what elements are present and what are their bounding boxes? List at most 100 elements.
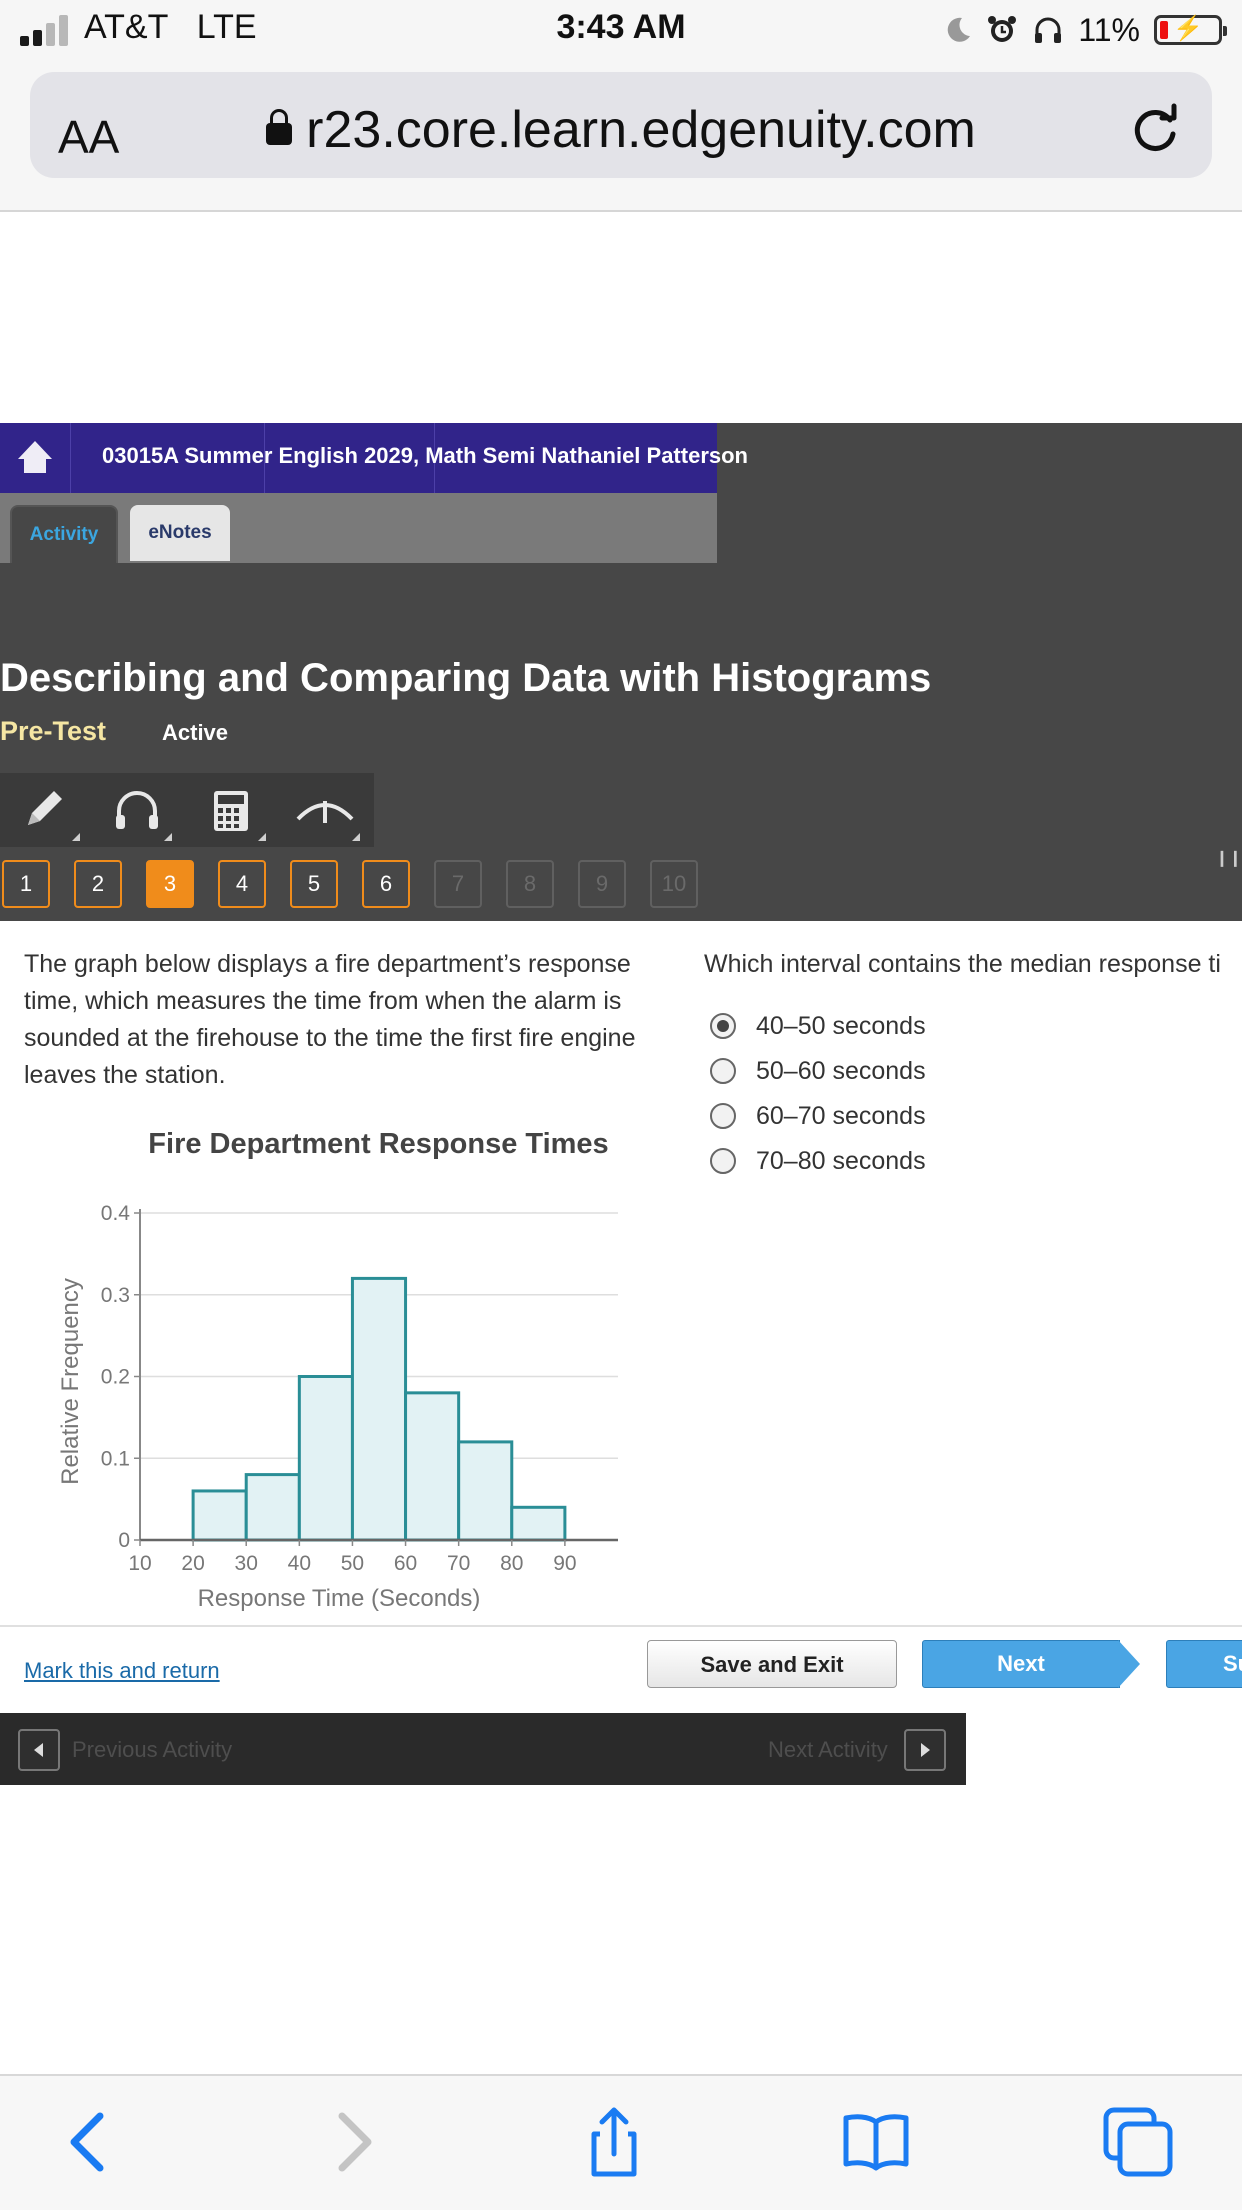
browser-chrome: AA r23.core.learn.edgenuity.com <box>0 62 1242 212</box>
battery-percent: 11% <box>1078 11 1140 48</box>
audio-tool-button[interactable] <box>100 781 174 841</box>
x-tick-label: 60 <box>394 1552 417 1575</box>
histogram-bar <box>510 1505 567 1542</box>
calculator-icon <box>214 791 248 831</box>
x-tick-label: 20 <box>181 1552 204 1575</box>
question-prompt: Which interval contains the median respo… <box>704 950 1221 978</box>
answer-option-label: 40–50 seconds <box>756 1011 926 1040</box>
reference-icon <box>296 801 354 823</box>
tab-enotes[interactable]: eNotes <box>130 505 230 561</box>
submit-button[interactable]: Su <box>1166 1640 1242 1688</box>
chevron-right-icon <box>921 1743 930 1757</box>
activity-navigation-bar: Previous Activity Next Activity <box>0 1713 966 1785</box>
next-activity-button[interactable] <box>904 1729 946 1771</box>
answer-option-label: 70–80 seconds <box>756 1146 926 1175</box>
tool-bar <box>0 773 374 847</box>
safari-toolbar <box>0 2074 1242 2210</box>
x-tick-label: 40 <box>288 1552 311 1575</box>
url-text: r23.core.learn.edgenuity.com <box>306 101 976 159</box>
histogram-bar <box>191 1489 248 1542</box>
tab-activity[interactable]: Activity <box>10 505 118 563</box>
question-number-1[interactable]: 1 <box>2 860 50 908</box>
next-button-arrow[interactable] <box>1118 1640 1140 1688</box>
answer-option[interactable]: 60–70 seconds <box>710 1096 926 1136</box>
y-tick-label: 0.4 <box>101 1202 131 1225</box>
pause-icon[interactable]: ❙❙ <box>1215 848 1242 868</box>
battery-charging-icon: ⚡ <box>1154 15 1227 45</box>
question-number-2[interactable]: 2 <box>74 860 122 908</box>
previous-activity-label: Previous Activity <box>72 1737 233 1762</box>
histogram-chart: 0 0.1 0.2 0.3 0.4 10 20 30 40 50 60 70 80 90 Response … <box>57 1202 618 1612</box>
histogram-bar <box>244 1473 301 1542</box>
share-icon[interactable] <box>574 2102 654 2182</box>
x-tick-label: 50 <box>341 1552 364 1575</box>
question-number-10: 10 <box>650 860 698 908</box>
course-title: 03015A Summer English 2029, Math Semi Na… <box>102 443 748 468</box>
y-tick-label: 0 <box>118 1529 130 1552</box>
y-axis-label: Relative Frequency <box>57 1278 84 1485</box>
x-axis-label: Response Time (Seconds) <box>198 1585 481 1612</box>
address-bar[interactable]: AA r23.core.learn.edgenuity.com <box>30 72 1212 178</box>
headphones-icon <box>116 791 158 829</box>
x-tick-label: 10 <box>128 1552 151 1575</box>
forward-icon[interactable] <box>312 2102 392 2182</box>
y-tick-label: 0.3 <box>101 1284 130 1307</box>
chevron-left-icon <box>34 1743 43 1757</box>
home-button[interactable] <box>0 423 71 493</box>
x-tick-label: 90 <box>553 1552 576 1575</box>
divider <box>0 1625 1242 1627</box>
radio-button[interactable] <box>710 1058 736 1084</box>
x-tick-label: 80 <box>500 1552 523 1575</box>
question-number-4[interactable]: 4 <box>218 860 266 908</box>
back-icon[interactable] <box>50 2102 130 2182</box>
save-and-exit-button[interactable]: Save and Exit <box>647 1640 897 1688</box>
pencil-icon <box>28 791 62 825</box>
calculator-tool-button[interactable] <box>194 781 268 841</box>
histogram-bar <box>297 1375 354 1542</box>
y-tick-label: 0.1 <box>101 1447 130 1470</box>
pencil-tool-button[interactable] <box>8 781 82 841</box>
answer-option-label: 60–70 seconds <box>756 1101 926 1130</box>
question-passage: The graph below displays a fire departme… <box>24 950 636 1089</box>
radio-button[interactable] <box>710 1013 736 1039</box>
next-button[interactable]: Next <box>922 1640 1120 1688</box>
alarm-icon <box>988 16 1017 42</box>
question-number-5[interactable]: 5 <box>290 860 338 908</box>
activity-status: Active <box>162 720 229 745</box>
answer-option[interactable]: 70–80 seconds <box>710 1141 926 1181</box>
next-activity-label: Next Activity <box>768 1737 888 1762</box>
answer-option[interactable]: 50–60 seconds <box>710 1051 926 1091</box>
answer-option[interactable]: 40–50 seconds <box>710 1006 926 1046</box>
x-tick-label: 70 <box>447 1552 470 1575</box>
question-number-9: 9 <box>578 860 626 908</box>
activity-type: Pre-Test <box>0 716 107 746</box>
lesson-title: Describing and Comparing Data with Histo… <box>0 656 932 700</box>
student-name: Nathaniel Patterson <box>541 443 748 468</box>
answer-option-label: 50–60 seconds <box>756 1056 926 1085</box>
y-tick-label: 0.2 <box>101 1366 130 1389</box>
headphones-icon <box>1035 17 1062 43</box>
status-icons: 11% ⚡ <box>942 10 1227 50</box>
course-bar: 03015A Summer English 2029, Math Semi Na… <box>0 423 748 493</box>
url-display[interactable]: r23.core.learn.edgenuity.com <box>30 100 1212 160</box>
histogram-bar <box>404 1391 461 1542</box>
x-tick-label: 30 <box>235 1552 258 1575</box>
question-number-6[interactable]: 6 <box>362 860 410 908</box>
radio-button[interactable] <box>710 1103 736 1129</box>
histogram-bar <box>350 1276 408 1542</box>
previous-activity-button[interactable] <box>18 1729 60 1771</box>
status-bar: AT&T LTE 3:43 AM 11% ⚡ <box>0 0 1242 62</box>
radio-button[interactable] <box>710 1148 736 1174</box>
mark-and-return-link[interactable]: Mark this and return <box>24 1658 220 1684</box>
chart-title: Fire Department Response Times <box>148 1128 609 1160</box>
reference-tool-button[interactable] <box>288 781 362 841</box>
question-number-3[interactable]: 3 <box>146 860 194 908</box>
reload-icon[interactable] <box>1126 98 1186 158</box>
tabs-icon[interactable] <box>1098 2102 1178 2182</box>
bookmarks-icon[interactable] <box>836 2102 916 2182</box>
tab-strip: Activity eNotes <box>0 493 717 563</box>
lock-icon <box>266 109 293 145</box>
question-number-7: 7 <box>434 860 482 908</box>
home-icon <box>18 441 52 473</box>
moon-icon <box>948 17 971 42</box>
